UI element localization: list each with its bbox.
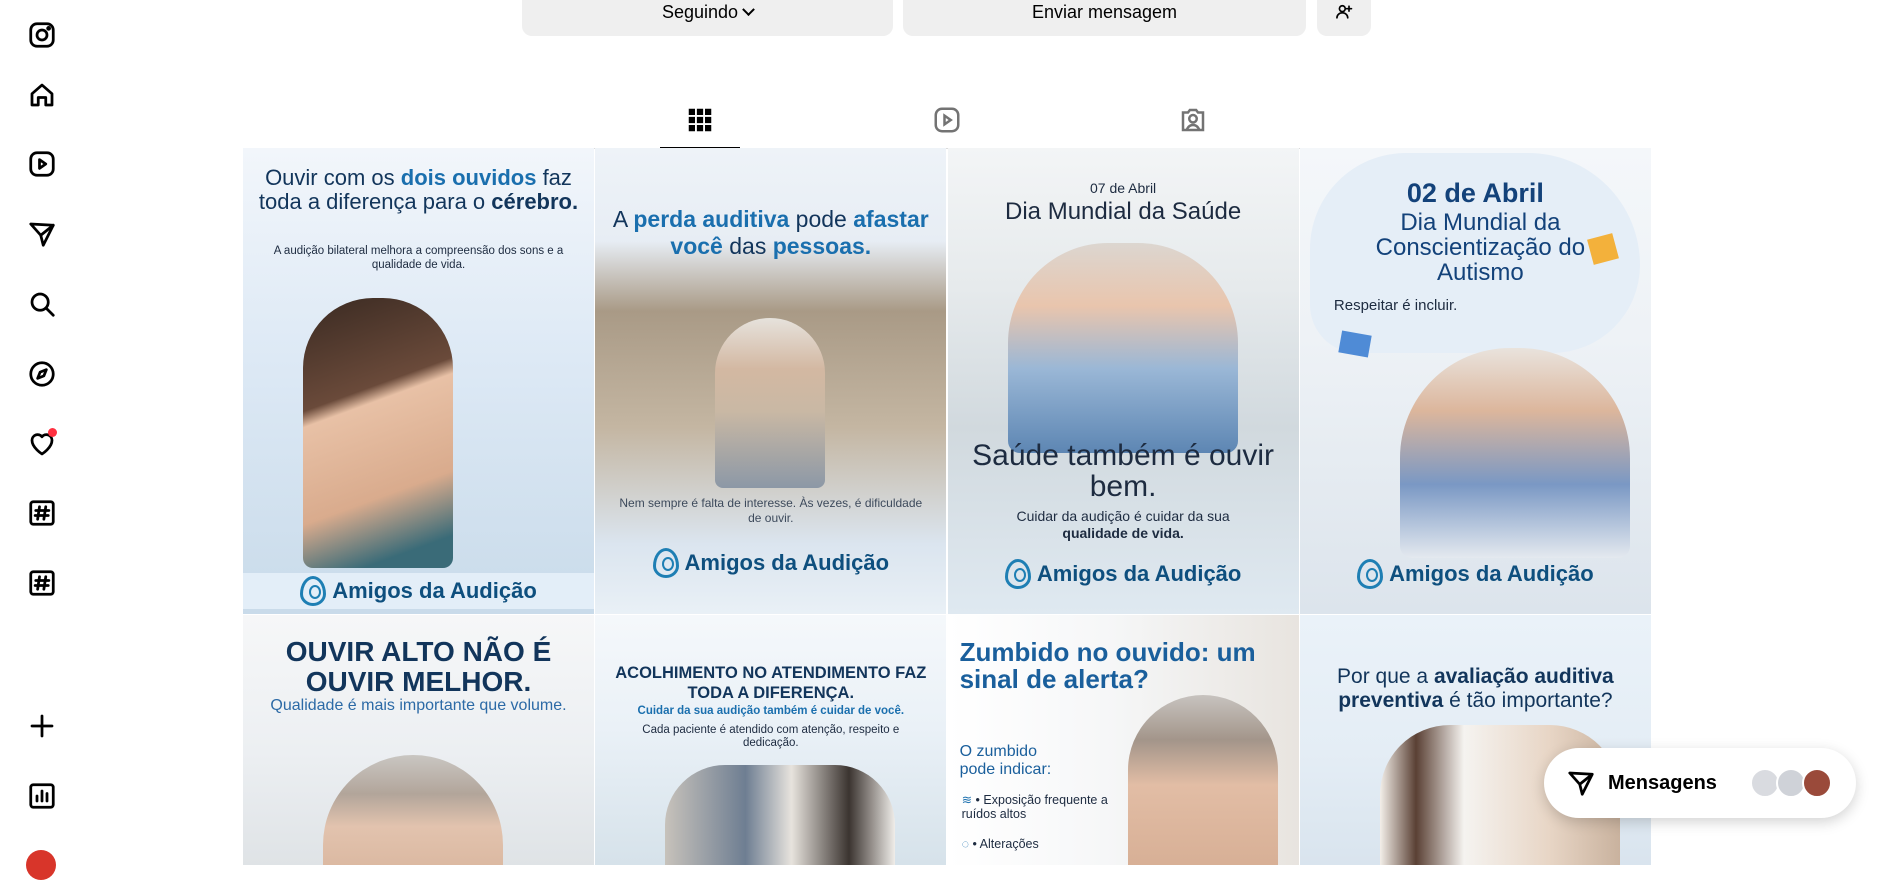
message-avatars bbox=[1750, 768, 1836, 798]
logo-icon bbox=[1357, 559, 1384, 589]
post-subtitle: Cada paciente é atendido com atenção, re… bbox=[642, 724, 900, 749]
post-subtitle: Dia Mundial da Conscientização do Autism… bbox=[1375, 209, 1586, 286]
search-icon[interactable] bbox=[24, 286, 60, 322]
woman-tinnitus-image bbox=[1127, 695, 1278, 865]
post-title: Por que a avaliação auditiva preventiva … bbox=[1337, 665, 1614, 712]
messages-label: Mensagens bbox=[1608, 771, 1717, 794]
logo-icon bbox=[1004, 559, 1031, 589]
dashboard-icon[interactable] bbox=[24, 778, 60, 814]
post-tile[interactable]: 07 de Abril Dia Mundial da Saúde Saúde t… bbox=[947, 148, 1299, 614]
sound-wave-icon: ≋ bbox=[961, 793, 973, 807]
post-date: 07 de Abril bbox=[1090, 180, 1157, 196]
group-people-image bbox=[715, 318, 826, 488]
post-subtitle: Cuidar da audição é cuidar da sua qualid… bbox=[1016, 508, 1230, 541]
explore-icon[interactable] bbox=[24, 356, 60, 392]
post-tagline: Respeitar é incluir. bbox=[1333, 297, 1458, 314]
tab-tagged[interactable] bbox=[1153, 92, 1233, 148]
post-tile[interactable]: OUVIR ALTO NÃO É OUVIR MELHOR. Qualidade… bbox=[243, 615, 594, 865]
posts-grid-icon bbox=[688, 108, 712, 131]
brand-logo: Amigos da Audição bbox=[243, 573, 594, 609]
following-label: Seguindo bbox=[661, 1, 739, 22]
sidebar-nav bbox=[0, 0, 84, 880]
avatar bbox=[1802, 768, 1832, 798]
elderly-couple-image bbox=[1007, 243, 1238, 453]
post-subtitle: Qualidade é mais importante que volume. bbox=[270, 697, 567, 714]
tab-posts[interactable] bbox=[660, 92, 740, 149]
posts-grid: Ouvir com os dois ouvidos faz toda a dif… bbox=[243, 148, 1651, 865]
chevron-down-icon bbox=[742, 2, 755, 16]
reels-tab-icon bbox=[934, 107, 960, 133]
logo-icon bbox=[300, 576, 327, 606]
tagged-tab-icon bbox=[1181, 108, 1205, 132]
post-title: Zumbido no ouvido: um sinal de alerta? bbox=[959, 637, 1256, 694]
post-tile[interactable]: A perda auditiva pode afastar você das p… bbox=[595, 148, 947, 614]
post-tile[interactable]: ACOLHIMENTO NO ATENDIMENTO FAZ TODA A DI… bbox=[595, 615, 947, 865]
add-person-icon bbox=[1336, 4, 1353, 19]
messages-icon bbox=[1566, 768, 1596, 798]
send-message-button[interactable]: Enviar mensagem bbox=[903, 0, 1306, 36]
brand-logo: Amigos da Audição bbox=[595, 545, 946, 581]
mother-child-image bbox=[1399, 348, 1630, 558]
post-tile[interactable]: 02 de Abril Dia Mundial da Conscientizaç… bbox=[1299, 148, 1651, 614]
messages-bar[interactable]: Mensagens bbox=[1544, 748, 1856, 818]
brand-logo: Amigos da Audição bbox=[1300, 556, 1651, 592]
profile-avatar[interactable] bbox=[26, 850, 56, 880]
hashtag-icon[interactable] bbox=[24, 565, 60, 601]
post-title: Ouvir com os dois ouvidos faz toda a dif… bbox=[258, 165, 579, 214]
post-title: ACOLHIMENTO NO ATENDIMENTO FAZ TODA A DI… bbox=[615, 664, 927, 702]
post-headline: Saúde também é ouvir bem. bbox=[972, 439, 1275, 503]
logo-icon bbox=[652, 548, 679, 578]
brand-logo: Amigos da Audição bbox=[948, 556, 1299, 592]
woman-profile-image bbox=[303, 298, 453, 568]
ear-icon: ◌ bbox=[961, 837, 970, 851]
post-title: A perda auditiva pode afastar você das p… bbox=[612, 206, 929, 259]
suggest-people-button[interactable] bbox=[1317, 0, 1371, 36]
hashtag-icon[interactable] bbox=[24, 495, 60, 531]
post-tile[interactable]: Ouvir com os dois ouvidos faz toda a dif… bbox=[243, 148, 594, 614]
post-subtitle: Nem sempre é falta de interesse. Às veze… bbox=[619, 496, 923, 525]
post-tile[interactable]: Zumbido no ouvido: um sinal de alerta? O… bbox=[947, 615, 1299, 865]
home-icon[interactable] bbox=[24, 77, 60, 113]
patient-care-image bbox=[665, 765, 896, 865]
bullet-item: ◌ • Alterações bbox=[961, 837, 1039, 851]
notifications-icon[interactable] bbox=[24, 426, 60, 462]
instagram-icon[interactable] bbox=[24, 17, 60, 53]
bullet-item: ≋ • Exposição frequente a ruídos altos bbox=[961, 793, 1108, 821]
reels-icon[interactable] bbox=[24, 146, 60, 182]
messages-icon[interactable] bbox=[24, 216, 60, 252]
post-lead: O zumbido pode indicar: bbox=[959, 743, 1052, 778]
tab-reels[interactable] bbox=[907, 92, 987, 148]
send-message-label: Enviar mensagem bbox=[1031, 1, 1178, 22]
post-tile[interactable]: Por que a avaliação auditiva preventiva … bbox=[1299, 615, 1651, 865]
notification-dot bbox=[48, 428, 57, 437]
post-highlight: Cuidar da sua audição também é cuidar de… bbox=[637, 705, 905, 717]
create-icon[interactable] bbox=[24, 708, 60, 744]
following-button[interactable]: Seguindo bbox=[522, 0, 893, 36]
post-title: OUVIR ALTO NÃO É OUVIR MELHOR. bbox=[285, 636, 552, 697]
post-title: Dia Mundial da Saúde bbox=[1005, 198, 1242, 225]
profile-tabs bbox=[243, 92, 1651, 149]
post-subtitle: A audição bilateral melhora a compreensã… bbox=[273, 245, 564, 271]
post-title: 02 de Abril bbox=[1406, 178, 1544, 208]
